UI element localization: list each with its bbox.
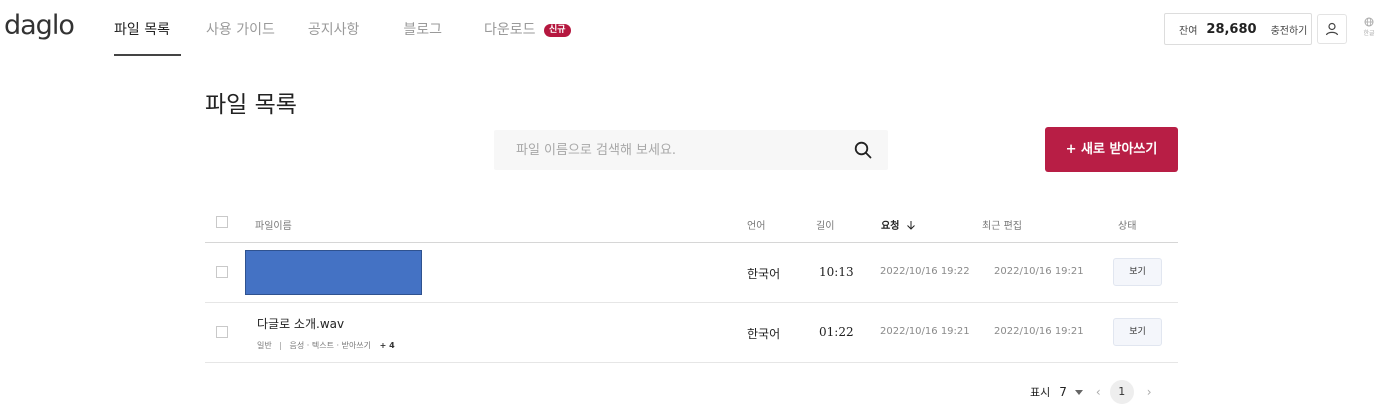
row-meta-type: 일반: [257, 341, 272, 350]
user-menu-button[interactable]: [1317, 14, 1347, 44]
nav-file-list[interactable]: 파일 목록: [114, 0, 181, 57]
column-header-status: 상태: [1118, 221, 1137, 232]
column-header-length: 길이: [816, 221, 835, 232]
column-header-edited: 최근 편집: [982, 221, 1022, 232]
balance-box: 잔여 28,680 충전하기: [1164, 13, 1312, 45]
search-box: [494, 130, 888, 170]
balance-label: 잔여: [1179, 25, 1198, 37]
row-language: 한국어: [747, 267, 781, 281]
row-requested-date: 2022/10/16 19:22: [880, 266, 970, 277]
row-edited-date: 2022/10/16 19:21: [994, 326, 1084, 337]
row-length: 01:22: [819, 325, 854, 339]
nav-notices-label: 공지사항: [307, 22, 360, 38]
main-nav: 파일 목록 사용 가이드 공지사항 블로그 다운로드 신규: [114, 0, 571, 57]
top-header: daglo 파일 목록 사용 가이드 공지사항 블로그 다운로드 신규 잔여 2…: [0, 0, 1385, 57]
pagination: 표시 7 ‹ 1 ›: [1030, 380, 1152, 404]
view-button[interactable]: 보기: [1113, 258, 1162, 286]
select-all-checkbox[interactable]: [216, 216, 228, 228]
row-checkbox[interactable]: [216, 266, 228, 278]
row-edited-date: 2022/10/16 19:21: [994, 266, 1084, 277]
row-meta-desc: 음성 · 텍스트 · 받아쓰기: [289, 341, 372, 350]
view-button[interactable]: 보기: [1113, 318, 1162, 346]
row-file-name[interactable]: 다글로 소개.wav: [257, 315, 344, 332]
nav-download[interactable]: 다운로드 신규: [484, 0, 571, 57]
person-icon: [1325, 22, 1339, 36]
file-table: 파일이름 언어 길이 요청 최근 편집 상태 한국어 10:13 2022/10…: [205, 205, 1178, 363]
row-length: 10:13: [819, 265, 854, 279]
page-size-label: 표시: [1030, 386, 1051, 399]
table-row[interactable]: 한국어 10:13 2022/10/16 19:22 2022/10/16 19…: [205, 243, 1178, 303]
daglo-logo[interactable]: daglo: [4, 10, 75, 41]
column-header-requested[interactable]: 요청: [881, 217, 916, 232]
sort-down-arrow-icon: [907, 221, 915, 230]
language-label: 한글: [1363, 30, 1375, 37]
nav-file-list-label: 파일 목록: [114, 22, 170, 38]
balance-amount: 28,680: [1206, 21, 1257, 37]
nav-user-guide[interactable]: 사용 가이드: [206, 0, 275, 57]
row-requested-date: 2022/10/16 19:21: [880, 326, 970, 337]
meta-separator: |: [279, 341, 282, 350]
row-meta-extra: + 4: [379, 341, 395, 350]
new-transcription-button[interactable]: + 새로 받아쓰기: [1045, 127, 1178, 172]
caret-down-icon[interactable]: [1074, 389, 1083, 395]
prev-page-chevron-icon[interactable]: ‹: [1096, 385, 1101, 399]
nav-blog[interactable]: 블로그: [403, 0, 442, 57]
nav-blog-label: 블로그: [403, 22, 443, 38]
new-badge: 신규: [544, 24, 571, 37]
row-language: 한국어: [747, 327, 781, 341]
page-size-select[interactable]: 7: [1059, 385, 1067, 399]
page-number-button[interactable]: 1: [1109, 380, 1134, 404]
column-header-language: 언어: [747, 221, 766, 232]
language-icon: [1364, 17, 1374, 27]
row-checkbox[interactable]: [216, 326, 228, 338]
search-icon[interactable]: [854, 141, 872, 159]
row-file-meta: 일반 | 음성 · 텍스트 · 받아쓰기 + 4: [257, 340, 395, 351]
nav-notices[interactable]: 공지사항: [308, 0, 360, 57]
nav-user-guide-label: 사용 가이드: [206, 22, 275, 38]
next-page-chevron-icon[interactable]: ›: [1147, 385, 1152, 399]
column-header-name: 파일이름: [255, 221, 292, 232]
nav-download-label: 다운로드: [484, 22, 536, 38]
page-title: 파일 목록: [205, 92, 297, 118]
language-button[interactable]: 한글: [1360, 17, 1378, 41]
search-input[interactable]: [494, 130, 844, 170]
table-header-row: 파일이름 언어 길이 요청 최근 편집 상태: [205, 205, 1178, 243]
charge-button[interactable]: 충전하기: [1271, 22, 1308, 37]
table-row[interactable]: 다글로 소개.wav 일반 | 음성 · 텍스트 · 받아쓰기 + 4 한국어 …: [205, 303, 1178, 363]
column-header-requested-label: 요청: [881, 221, 900, 232]
redacted-file-name-block: [245, 250, 422, 295]
